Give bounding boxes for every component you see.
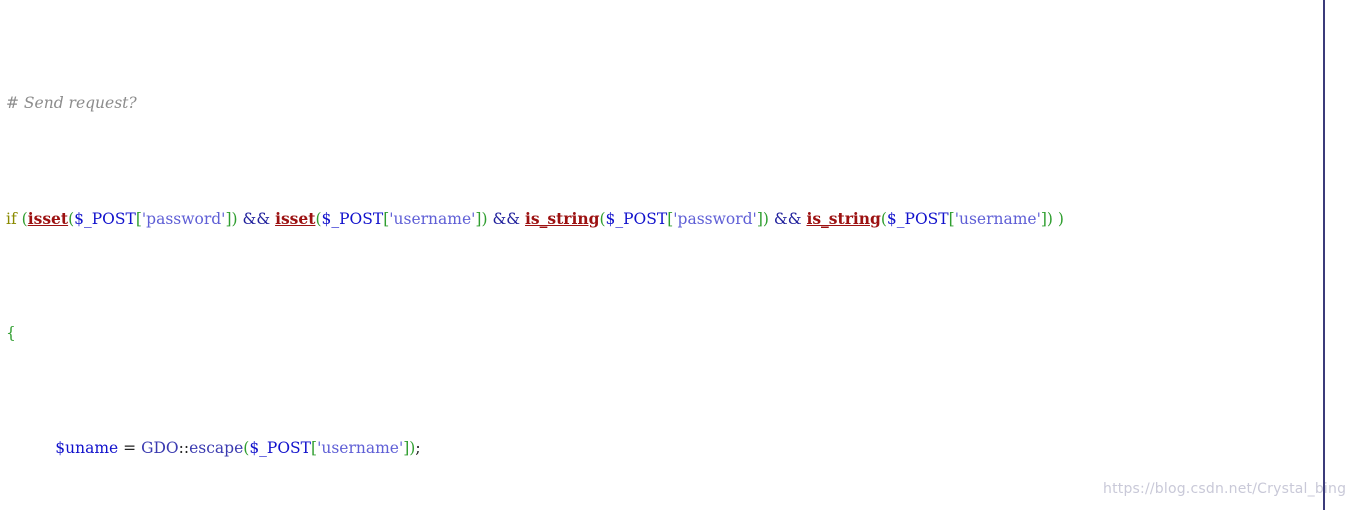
watermark: https://blog.csdn.net/Crystal_bing: [1103, 481, 1347, 497]
code-line: # Send request?: [0, 92, 1348, 115]
comment-token: # Send request?: [6, 94, 137, 112]
code-line: {: [6, 324, 16, 342]
right-margin-rule: [1323, 0, 1325, 510]
code-listing: # Send request? if (isset($_POST['passwo…: [0, 0, 1348, 510]
code-line: $uname = GDO::escape($_POST['username'])…: [55, 439, 421, 457]
code-line: if (isset($_POST['password']) && isset($…: [6, 209, 1064, 228]
